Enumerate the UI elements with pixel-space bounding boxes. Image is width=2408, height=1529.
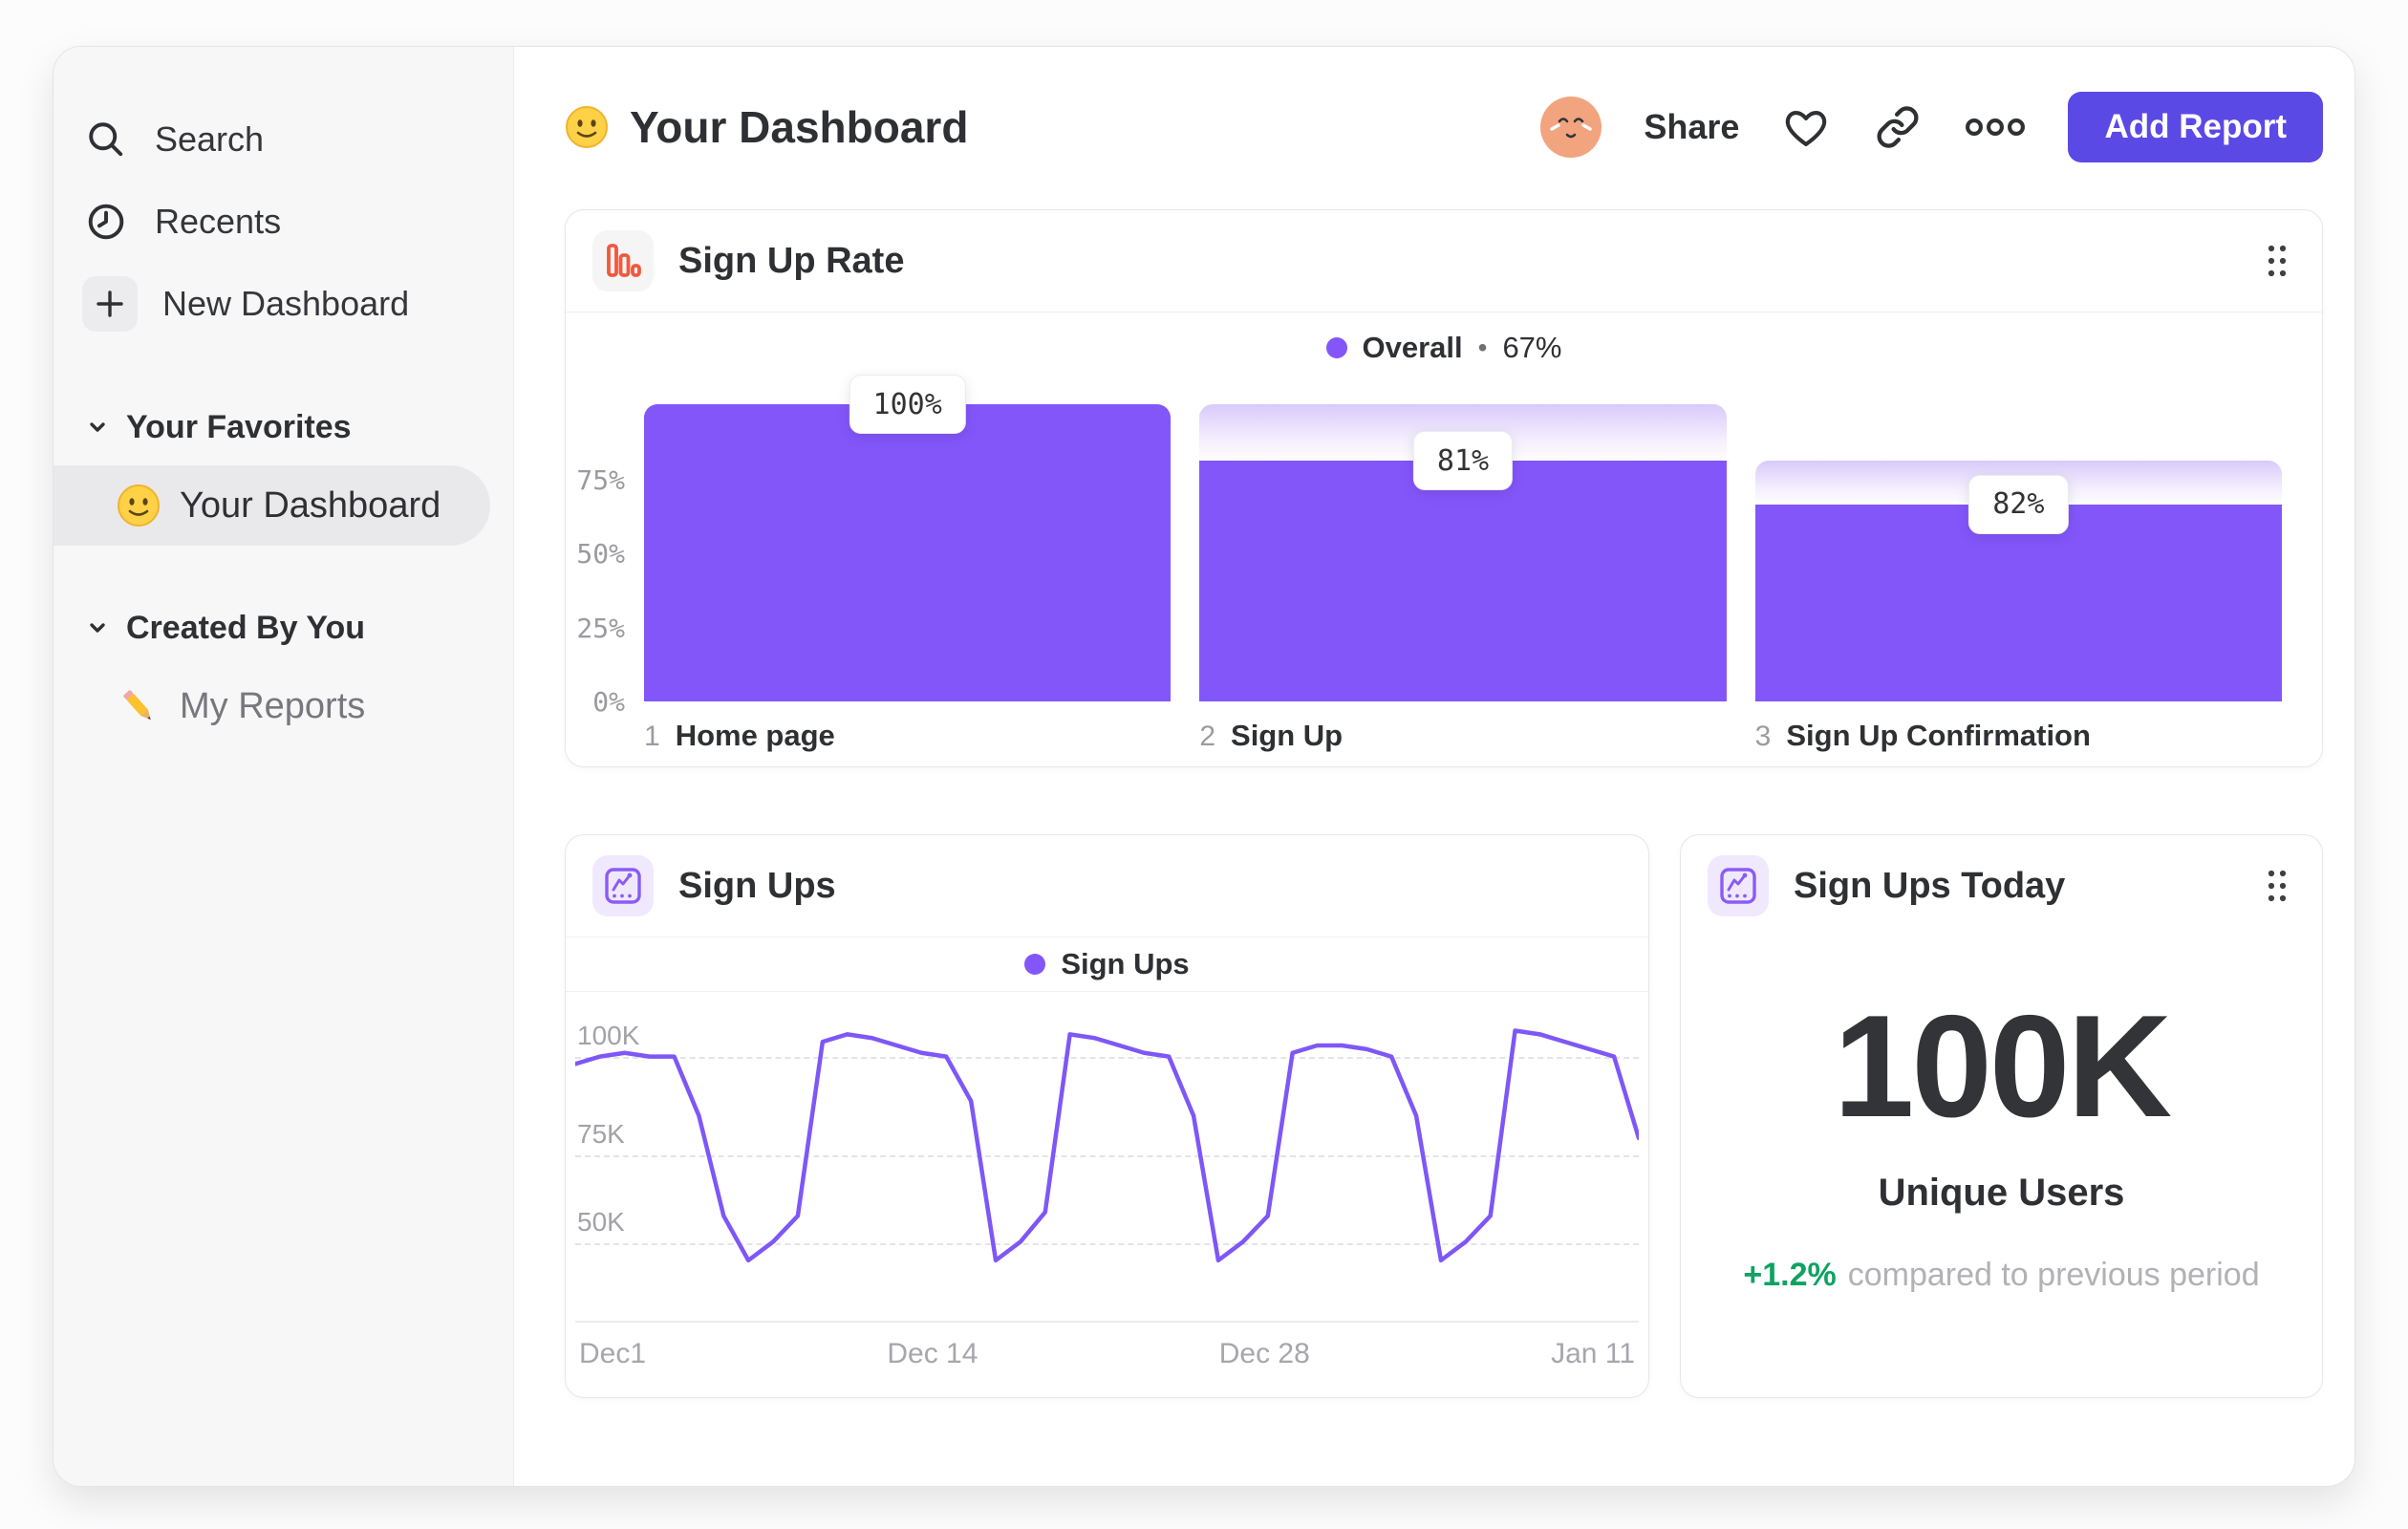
sidebar-item-your-dashboard[interactable]: Your Dashboard — [54, 465, 490, 546]
share-button[interactable]: Share — [1644, 107, 1739, 147]
funnel-bar-solid — [1199, 461, 1727, 701]
main-content: Your Dashboard Share Add Report Sign Up … — [514, 47, 2354, 1486]
sidebar-item-label: Search — [155, 119, 265, 159]
pencil-emoji — [123, 690, 151, 721]
delta-percent: +1.2% — [1743, 1257, 1837, 1293]
page-header: Your Dashboard Share Add Report — [565, 87, 2323, 167]
sidebar-item-label: Your Dashboard — [180, 485, 441, 526]
sidebar-section-created-by-you[interactable]: Created By You — [86, 599, 490, 657]
chevron-down-icon — [86, 416, 109, 439]
smiley-emoji — [117, 484, 161, 528]
card-title: Sign Ups — [678, 865, 836, 906]
funnel-step[interactable]: 100% — [644, 375, 1172, 701]
step-name: Sign Up Confirmation — [1786, 719, 2091, 752]
line-chart-icon — [1708, 855, 1769, 916]
chevron-down-icon — [86, 616, 109, 639]
metric-value: 100K — [1833, 985, 2172, 1148]
sidebar-item-label: New Dashboard — [162, 284, 410, 323]
section-label: Your Favorites — [126, 408, 352, 445]
funnel-tooltip: 81% — [1412, 431, 1514, 491]
sidebar-item-label: Recents — [155, 202, 282, 241]
x-axis-tick: Dec1 — [579, 1338, 647, 1369]
funnel-legend[interactable]: Overall • 67% — [566, 312, 2322, 383]
metric-body: 100K Unique Users +1.2% compared to previ… — [1681, 937, 2322, 1397]
legend-value: 67% — [1502, 331, 1562, 364]
card-header: Sign Ups Today — [1681, 835, 2322, 937]
legend-label: Overall — [1362, 331, 1463, 364]
line-legend[interactable]: Sign Ups — [566, 937, 1648, 991]
favorite-heart-icon[interactable] — [1781, 102, 1831, 152]
sidebar-item-my-reports[interactable]: My Reports — [54, 666, 490, 746]
avatar[interactable] — [1540, 97, 1602, 158]
x-axis-tick: Dec 28 — [1218, 1338, 1310, 1369]
sidebar: Search Recents New Dashboard Your Favori… — [54, 47, 514, 1486]
funnel-bar-solid — [644, 404, 1172, 701]
x-axis-tick: Dec 14 — [887, 1338, 978, 1369]
plus-icon — [82, 276, 138, 332]
copy-link-icon[interactable] — [1873, 102, 1923, 152]
legend-dot — [1325, 337, 1347, 358]
y-axis-tick: 0% — [592, 686, 625, 718]
sign-up-rate-card: Sign Up Rate Overall • 67% 75% 50% 25% 0… — [565, 209, 2323, 767]
drag-handle-icon[interactable] — [2259, 237, 2295, 285]
funnel-chart: 75% 50% 25% 0% 100% 81% 82% — [566, 375, 2322, 718]
step-name: Sign Up — [1231, 719, 1344, 752]
sign-ups-card: Sign Ups Sign Ups 100K 75K 50K Dec1 Dec … — [565, 834, 1649, 1398]
bar-chart-icon — [592, 230, 654, 291]
funnel-step[interactable]: 81% — [1199, 383, 1727, 701]
sign-ups-line-chart[interactable]: 100K 75K 50K — [575, 992, 1639, 1323]
drag-handle-icon[interactable] — [2259, 862, 2295, 910]
sidebar-item-search[interactable]: Search — [82, 98, 490, 181]
section-label: Created By You — [126, 609, 366, 646]
card-header: Sign Ups — [566, 835, 1648, 937]
signups-line — [575, 1030, 1639, 1260]
delta-caption: compared to previous period — [1847, 1257, 2260, 1293]
metric-caption: Unique Users — [1878, 1172, 2125, 1214]
more-options-icon[interactable] — [1965, 117, 2026, 138]
sidebar-item-new-dashboard[interactable]: New Dashboard — [82, 263, 490, 345]
sidebar-item-label: My Reports — [180, 685, 366, 726]
card-title: Sign Up Rate — [678, 240, 905, 281]
funnel-step-labels: 1 Home page 2 Sign Up 3 Sign Up Confirmatio… — [566, 701, 2322, 753]
funnel-tooltip: 100% — [849, 375, 966, 434]
step-index: 3 — [1754, 721, 1772, 752]
app-window: Search Recents New Dashboard Your Favori… — [53, 46, 2355, 1487]
step-index: 1 — [644, 721, 660, 752]
step-name: Home page — [675, 719, 835, 752]
legend-separator: • — [1477, 333, 1488, 362]
card-title: Sign Ups Today — [1794, 865, 2066, 906]
y-axis-tick: 25% — [576, 613, 625, 644]
search-icon — [82, 116, 130, 163]
metric-delta: +1.2% compared to previous period — [1743, 1257, 2259, 1294]
card-header: Sign Up Rate — [566, 210, 2322, 312]
funnel-step[interactable]: 82% — [1754, 383, 2282, 701]
step-index: 2 — [1199, 721, 1216, 752]
add-report-button[interactable]: Add Report — [2068, 92, 2323, 162]
x-axis: Dec1 Dec 14 Dec 28 Jan 11 — [566, 1323, 1648, 1370]
x-axis-tick: Jan 11 — [1551, 1338, 1635, 1369]
clock-icon — [82, 198, 130, 246]
sign-ups-today-card: Sign Ups Today 100K Unique Users +1.2% co… — [1680, 834, 2323, 1398]
sidebar-item-recents[interactable]: Recents — [82, 181, 490, 263]
y-axis-tick: 75% — [576, 464, 625, 496]
line-chart-icon — [592, 855, 654, 916]
smiley-emoji — [565, 105, 609, 149]
legend-dot — [1024, 954, 1046, 975]
page-title: Your Dashboard — [630, 102, 969, 152]
legend-label: Sign Ups — [1061, 947, 1190, 980]
y-axis-tick: 50% — [576, 538, 625, 570]
sidebar-section-your-favorites[interactable]: Your Favorites — [86, 398, 490, 456]
funnel-tooltip: 82% — [1968, 474, 2069, 534]
